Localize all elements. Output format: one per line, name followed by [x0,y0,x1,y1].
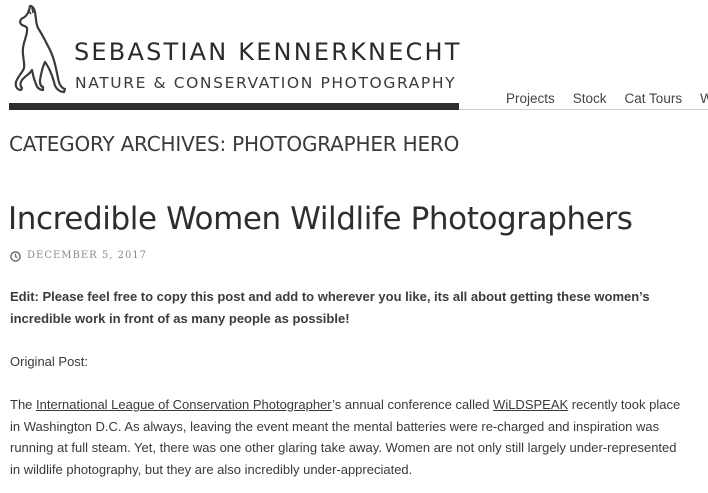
nav-item-stock[interactable]: Stock [573,90,607,110]
main-nav: Projects Stock Cat Tours Wo [506,90,708,110]
clock-icon [10,250,21,262]
site-header: SEBASTIAN KENNERKNECHT NATURE & CONSERVA… [0,0,708,112]
site-logo-link[interactable]: SEBASTIAN KENNERKNECHT NATURE & CONSERVA… [8,4,468,108]
post-meta: DECEMBER 5, 2017 [10,249,147,263]
post-title-link[interactable]: Incredible Women Wildlife Photographers [8,198,633,240]
post-paragraph: The International League of Conservation… [10,394,690,480]
post-date-link[interactable]: DECEMBER 5, 2017 [27,249,147,263]
archive-title: CATEGORY ARCHIVES: PHOTOGRAPHER HERO [9,132,460,156]
ilcp-link[interactable]: International League of Conservation Pho… [36,397,332,412]
nav-item-cat-tours[interactable]: Cat Tours [625,90,683,110]
header-bar [9,103,459,110]
nav-item-projects[interactable]: Projects [506,90,555,110]
wildspeak-link[interactable]: WiLDSPEAK [493,397,568,412]
original-post-label: Original Post: [10,353,89,369]
body-prefix: The [10,396,37,412]
body-middle: ’s annual conference called [332,396,494,412]
post-content: Edit: Please feel free to copy this post… [10,286,690,493]
site-tagline: NATURE & CONSERVATION PHOTOGRAPHY [75,74,457,92]
cat-silhouette-icon [14,4,67,94]
site-title: SEBASTIAN KENNERKNECHT [74,38,462,66]
edit-note: Edit: Please feel free to copy this post… [10,289,650,326]
nav-item-truncated[interactable]: Wo [700,90,708,110]
